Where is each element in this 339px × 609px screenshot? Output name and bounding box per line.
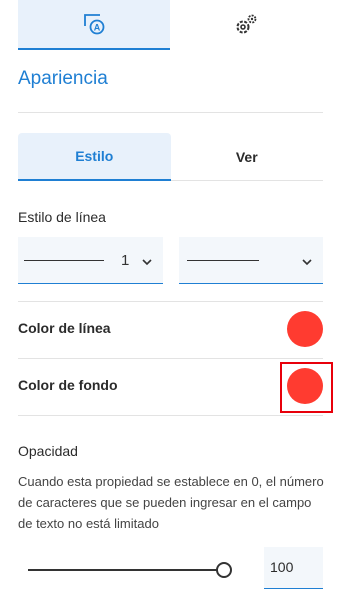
segment-estilo[interactable]: Estilo — [18, 133, 171, 181]
tab-settings[interactable] — [170, 0, 322, 50]
divider — [18, 301, 323, 302]
fill-color-label: Color de fondo — [18, 377, 118, 393]
svg-text:A: A — [94, 23, 101, 33]
opacity-label: Opacidad — [18, 443, 78, 459]
opacity-input[interactable]: 100 — [264, 547, 323, 589]
opacity-description: Cuando esta propiedad se establece en 0,… — [18, 474, 324, 531]
segmented-control: Estilo Ver — [18, 133, 323, 181]
line-width-select[interactable]: 1 — [18, 237, 163, 284]
line-color-swatch[interactable] — [287, 311, 323, 347]
opacity-slider-thumb[interactable] — [216, 562, 232, 578]
chevron-down-icon — [142, 254, 152, 272]
chevron-down-icon — [302, 254, 312, 272]
line-dash-select[interactable] — [179, 237, 323, 284]
line-style-label: Estilo de línea — [18, 209, 106, 225]
line-width-value: 1 — [121, 252, 130, 269]
line-sample — [187, 260, 259, 261]
text-style-icon: A — [82, 12, 106, 36]
tab-appearance[interactable]: A — [18, 0, 170, 50]
divider — [18, 415, 323, 416]
segment-ver[interactable]: Ver — [171, 133, 324, 180]
top-tabs: A — [18, 0, 323, 50]
section-title: Apariencia — [18, 68, 108, 89]
divider — [18, 112, 323, 113]
line-color-label: Color de línea — [18, 320, 111, 336]
highlight-box — [280, 362, 333, 413]
line-sample — [24, 260, 104, 261]
settings-gear-icon — [233, 12, 259, 38]
divider — [18, 358, 323, 359]
opacity-slider-track[interactable] — [28, 569, 218, 571]
